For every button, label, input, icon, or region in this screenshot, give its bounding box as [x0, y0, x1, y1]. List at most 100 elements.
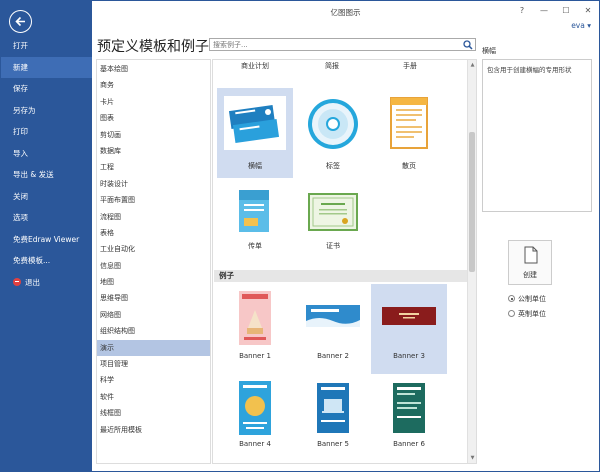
back-button[interactable]: [9, 10, 32, 33]
metric-units-option[interactable]: 公制单位: [508, 294, 546, 304]
category-item[interactable]: 信息图: [97, 258, 210, 274]
maximize-button[interactable]: ☐: [559, 4, 573, 18]
nav-item-close[interactable]: 关闭: [1, 186, 92, 208]
banner-example-thumbnail: [239, 291, 271, 345]
flyer-icon: [390, 97, 428, 149]
certificate-icon: [308, 193, 358, 231]
leaflet-icon: [239, 190, 269, 232]
search-input[interactable]: [210, 39, 455, 50]
nav-item-new[interactable]: 新建: [1, 56, 92, 78]
nav-item-exit-label: 退出: [25, 277, 40, 287]
category-item[interactable]: 工程: [97, 159, 210, 175]
example-label: Banner 5: [317, 440, 349, 448]
template-label: 证书: [326, 242, 340, 250]
category-item[interactable]: 线框图: [97, 405, 210, 421]
imperial-units-option[interactable]: 英制单位: [508, 309, 546, 319]
exit-icon: [13, 277, 21, 286]
category-item[interactable]: 项目管理: [97, 356, 210, 372]
category-item[interactable]: 科学: [97, 372, 210, 388]
nav-item-import[interactable]: 导入: [1, 143, 92, 165]
title-bar: 亿图图示 ? — ☐ ✕ eva ▾: [92, 1, 599, 30]
label-disc-icon: [308, 99, 358, 149]
template-tile-certificate[interactable]: 证书: [295, 184, 371, 260]
category-item[interactable]: 基本绘图: [97, 61, 210, 77]
banner-example-thumbnail: [306, 305, 360, 327]
nav-item-free-templates[interactable]: 免费模板...: [1, 250, 92, 272]
banner-icon: [224, 96, 286, 150]
category-item[interactable]: 商务: [97, 77, 210, 93]
template-panel: 商业计划 简报 手册 横幅 标签 散页 传单 证书 例子 Banner 1 Ba…: [212, 59, 477, 464]
category-item[interactable]: 组织结构图: [97, 323, 210, 339]
nav-list: 打开 新建 保存 另存为 打印 导入 导出 & 发送 关闭 选项 免费Edraw…: [1, 35, 92, 293]
help-button[interactable]: ?: [515, 4, 529, 18]
template-tile-banner[interactable]: 横幅: [217, 88, 293, 178]
category-item[interactable]: 流程图: [97, 209, 210, 225]
example-label: Banner 1: [239, 352, 271, 360]
nav-item-exit[interactable]: 退出: [1, 272, 92, 294]
new-document-icon: [524, 246, 538, 264]
banner-example-thumbnail: [393, 383, 425, 433]
scroll-down-icon[interactable]: ▼: [469, 454, 476, 462]
top-category-row: 商业计划 简报 手册: [213, 61, 468, 73]
minimize-button[interactable]: —: [537, 4, 551, 18]
category-item[interactable]: 图表: [97, 110, 210, 126]
imperial-units-label: 英制单位: [518, 310, 546, 318]
example-tile[interactable]: Banner 6: [371, 378, 447, 462]
preview-title: 横幅: [482, 47, 496, 55]
user-menu[interactable]: eva ▾: [571, 21, 591, 30]
top-category-item[interactable]: 手册: [403, 61, 417, 71]
create-button[interactable]: 创建: [508, 240, 552, 285]
window-controls: ? — ☐ ✕: [515, 4, 595, 18]
nav-item-free-viewer[interactable]: 免费Edraw Viewer: [1, 229, 92, 251]
banner-example-thumbnail: [239, 381, 271, 435]
page-title: 预定义模板和例子: [97, 39, 209, 55]
nav-item-save[interactable]: 保存: [1, 78, 92, 100]
example-label: Banner 2: [317, 352, 349, 360]
banner-example-thumbnail: [382, 307, 436, 325]
example-tile[interactable]: Banner 4: [217, 378, 293, 462]
category-item[interactable]: 软件: [97, 389, 210, 405]
search-box: [209, 38, 476, 51]
template-label: 散页: [402, 162, 416, 170]
template-tile-label[interactable]: 标签: [295, 88, 371, 178]
category-item[interactable]: 数据库: [97, 143, 210, 159]
template-scrollbar[interactable]: ▲ ▼: [467, 60, 476, 463]
template-description: 包含用于创建横幅的专用形状: [482, 59, 592, 212]
search-icon[interactable]: [463, 40, 473, 50]
example-label: Banner 6: [393, 440, 425, 448]
top-category-item[interactable]: 商业计划: [241, 61, 269, 71]
category-item[interactable]: 时装设计: [97, 176, 210, 192]
nav-item-options[interactable]: 选项: [1, 207, 92, 229]
category-item[interactable]: 表格: [97, 225, 210, 241]
template-tile-flyer[interactable]: 散页: [371, 88, 447, 178]
example-tile[interactable]: Banner 1: [217, 286, 293, 372]
category-item[interactable]: 工业自动化: [97, 241, 210, 257]
scroll-up-icon[interactable]: ▲: [469, 61, 476, 69]
example-label: Banner 3: [393, 352, 425, 360]
template-label: 横幅: [248, 162, 262, 170]
category-list: 基本绘图 商务 卡片 图表 剪切画 数据库 工程 时装设计 平面布置图 流程图 …: [96, 59, 211, 464]
nav-item-print[interactable]: 打印: [1, 121, 92, 143]
category-item-active[interactable]: 演示: [97, 339, 210, 357]
category-item[interactable]: 剪切画: [97, 127, 210, 143]
radio-selected-icon: [508, 295, 515, 302]
scroll-thumb[interactable]: [469, 132, 475, 272]
template-tile-leaflet[interactable]: 传单: [217, 184, 293, 260]
example-label: Banner 4: [239, 440, 271, 448]
banner-example-thumbnail: [317, 383, 349, 433]
close-button[interactable]: ✕: [581, 4, 595, 18]
nav-item-save-as[interactable]: 另存为: [1, 100, 92, 122]
category-item[interactable]: 卡片: [97, 94, 210, 110]
nav-item-open[interactable]: 打开: [1, 35, 92, 57]
top-category-item[interactable]: 简报: [325, 61, 339, 71]
create-label: 创建: [523, 271, 537, 279]
category-item[interactable]: 最近所用模板: [97, 422, 210, 438]
category-item[interactable]: 思维导图: [97, 290, 210, 306]
category-item[interactable]: 网络图: [97, 307, 210, 323]
example-tile[interactable]: Banner 2: [295, 286, 371, 372]
nav-item-export-send[interactable]: 导出 & 发送: [1, 164, 92, 186]
category-item[interactable]: 地图: [97, 274, 210, 290]
example-tile-selected[interactable]: Banner 3: [371, 284, 447, 374]
example-tile[interactable]: Banner 5: [295, 378, 371, 462]
category-item[interactable]: 平面布置图: [97, 192, 210, 208]
